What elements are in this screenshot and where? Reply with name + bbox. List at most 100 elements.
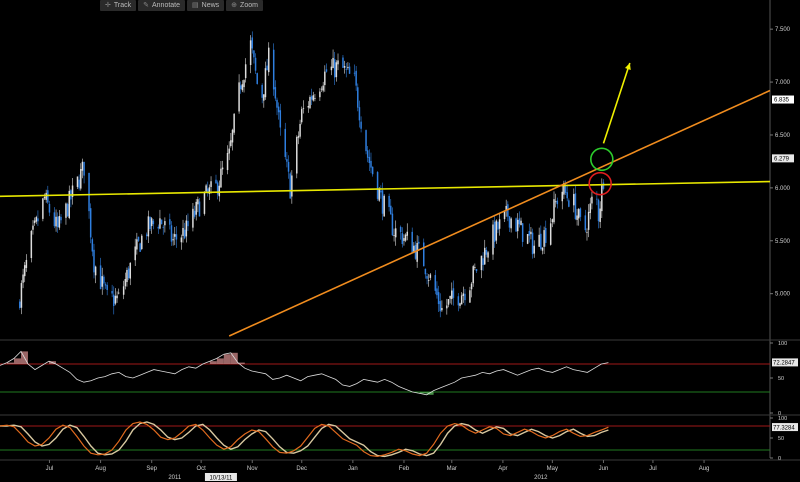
candle-body bbox=[383, 195, 385, 217]
candle-body bbox=[89, 208, 92, 238]
candle-body bbox=[411, 231, 413, 254]
candle-body bbox=[540, 233, 542, 249]
candle-body bbox=[394, 228, 397, 238]
candle-body bbox=[599, 208, 601, 223]
candle-body bbox=[418, 241, 420, 244]
candle-body bbox=[20, 283, 23, 308]
candle-body bbox=[137, 236, 140, 241]
candle-body bbox=[113, 294, 115, 306]
candle-body bbox=[342, 57, 344, 68]
candle-body bbox=[58, 215, 61, 228]
x-tick-label: Aug bbox=[699, 466, 710, 472]
candle-body bbox=[376, 172, 379, 199]
candle-body bbox=[136, 239, 138, 250]
candle-body bbox=[475, 269, 478, 272]
candle-body bbox=[272, 49, 275, 90]
candle-body bbox=[42, 198, 44, 219]
candle-body bbox=[256, 73, 258, 84]
price-chart[interactable]: 7.500 7.000 6.500 6.000 5.500 5.000 6.835 6.279… bbox=[0, 0, 800, 482]
x-tick-label: Oct bbox=[196, 466, 206, 472]
candle-body bbox=[309, 97, 311, 109]
candle-body bbox=[116, 295, 118, 299]
candle-body bbox=[94, 266, 97, 276]
candle-body bbox=[452, 288, 455, 298]
stochastic-fast-line bbox=[0, 421, 609, 458]
indicator-y-tick-label: 100 bbox=[778, 341, 787, 347]
candle-body bbox=[493, 221, 496, 242]
candle-body bbox=[602, 182, 605, 189]
horizontal-resistance-line bbox=[0, 180, 771, 198]
candle-body bbox=[43, 197, 46, 199]
candle-body bbox=[33, 220, 36, 224]
candle-body bbox=[320, 88, 323, 90]
cursor-date-label: 10/13/11 bbox=[209, 476, 233, 482]
candle-body bbox=[174, 234, 176, 237]
candle-body bbox=[538, 234, 540, 247]
candle-body bbox=[157, 226, 160, 229]
candle-body bbox=[37, 218, 39, 222]
candle-body bbox=[597, 199, 600, 222]
candle-body bbox=[276, 99, 278, 108]
candle-body bbox=[449, 295, 451, 299]
overbought-fill bbox=[216, 358, 224, 364]
candle-body bbox=[451, 290, 453, 300]
candle-body bbox=[549, 223, 552, 245]
candle-body bbox=[533, 245, 535, 254]
candle-body bbox=[434, 275, 437, 291]
candle-body bbox=[568, 200, 570, 207]
candle-body bbox=[93, 249, 95, 273]
candle-body bbox=[277, 106, 280, 113]
candle-body bbox=[263, 94, 265, 101]
candle-body bbox=[23, 265, 26, 277]
candle-body bbox=[192, 208, 194, 228]
candle-body bbox=[556, 200, 559, 205]
candle-body bbox=[403, 238, 405, 241]
candle-body bbox=[370, 160, 372, 168]
candle-body bbox=[460, 295, 463, 305]
candle-body bbox=[368, 156, 371, 164]
y-tick-label: 5.500 bbox=[775, 239, 791, 245]
candle-body bbox=[413, 245, 415, 252]
candle-body bbox=[19, 301, 21, 308]
indicator-y-tick-label: 0 bbox=[778, 456, 781, 462]
candle-body bbox=[170, 225, 173, 242]
x-tick-label: Jul bbox=[649, 466, 657, 472]
candle-body bbox=[526, 234, 529, 244]
rising-trendline bbox=[228, 89, 771, 337]
candle-body bbox=[81, 161, 84, 171]
y-tick-label: 6.000 bbox=[775, 186, 791, 192]
candle-body bbox=[399, 226, 402, 233]
candle-body bbox=[424, 268, 427, 275]
candle-body bbox=[205, 185, 207, 192]
candle-body bbox=[497, 222, 499, 230]
candle-body bbox=[65, 203, 67, 218]
x-tick-label: Mar bbox=[447, 466, 457, 472]
candle-body bbox=[541, 247, 544, 251]
candle-body bbox=[233, 113, 235, 133]
candle-body bbox=[310, 96, 313, 100]
candle-body bbox=[391, 213, 394, 236]
candle-body bbox=[106, 285, 108, 290]
candle-body bbox=[579, 208, 582, 217]
y-tick-label: 7.500 bbox=[775, 27, 791, 33]
candle-body bbox=[404, 234, 407, 241]
x-tick-label: Jun bbox=[599, 466, 609, 472]
candle-body bbox=[564, 185, 567, 193]
candle-body bbox=[117, 292, 120, 294]
candle-body bbox=[99, 265, 102, 290]
candle-body bbox=[35, 217, 38, 222]
indicator-line bbox=[0, 350, 609, 396]
candle-body bbox=[169, 219, 171, 225]
candle-body bbox=[111, 291, 113, 294]
candle-body bbox=[215, 179, 217, 184]
candle-body bbox=[498, 219, 501, 229]
last-price-label: 6.279 bbox=[774, 157, 790, 163]
candle-body bbox=[574, 193, 577, 220]
overbought-fill bbox=[223, 354, 231, 364]
candle-body bbox=[238, 82, 240, 112]
x-tick-label: Apr bbox=[498, 466, 507, 472]
candle-body bbox=[508, 216, 511, 228]
candle-body bbox=[325, 69, 328, 72]
candle-body bbox=[297, 135, 300, 138]
candle-body bbox=[185, 220, 188, 237]
